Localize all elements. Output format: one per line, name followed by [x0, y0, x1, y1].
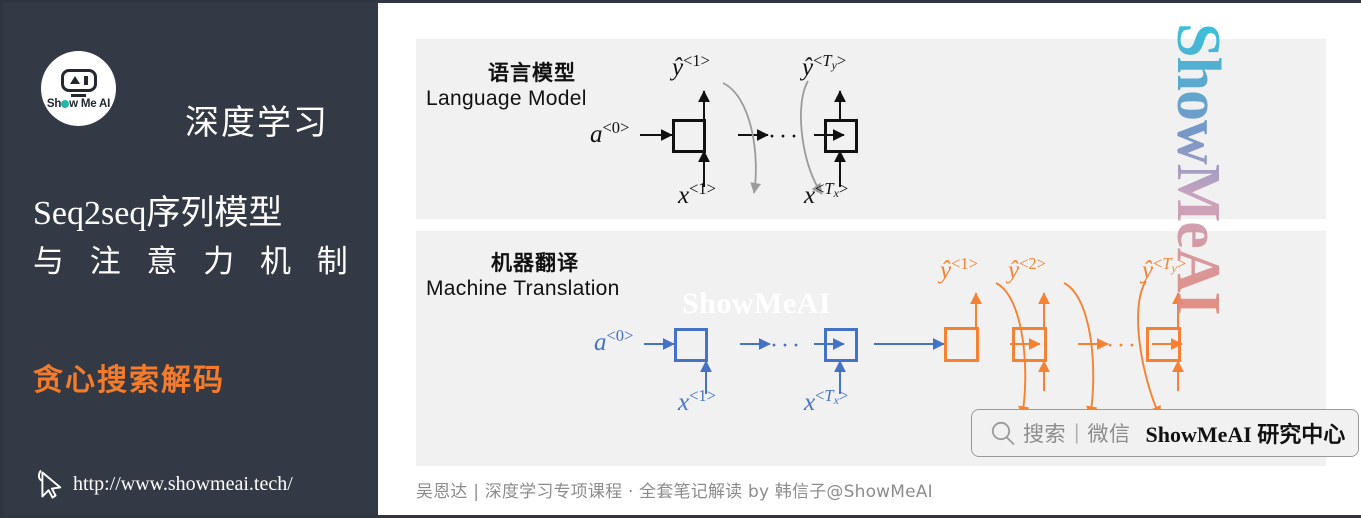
- search-channel-text: 微信: [1087, 422, 1131, 446]
- mt-decoder-output-label-2: ŷ<2>: [1008, 254, 1046, 284]
- website-url-row[interactable]: http://www.showmeai.tech/: [37, 469, 293, 499]
- slide-caption: 吴恩达 | 深度学习专项课程 · 全套笔记解读 by 韩信子@ShowMeAI: [416, 482, 933, 502]
- slide-root: Sh w Me AI 深度学习 Seq2seq序列模型 与 注 意 力 机 制 贪…: [0, 0, 1361, 518]
- lm-rnn-cell-1: [672, 119, 706, 153]
- page-title-line-2: Seq2seq序列模型: [33, 195, 283, 232]
- lm-initial-state-label: a<0>: [590, 118, 630, 148]
- website-url-text: http://www.showmeai.tech/: [73, 472, 293, 495]
- mt-encoder-cell-2: [824, 328, 858, 362]
- mt-encoder-ellipsis: ···: [770, 333, 803, 359]
- search-brand-text: ShowMeAI 研究中心: [1145, 422, 1346, 447]
- search-placeholder-text: 搜索: [1023, 422, 1066, 446]
- wechat-search-bar[interactable]: 搜索 | 微信 ShowMeAI 研究中心: [971, 409, 1359, 457]
- mt-decoder-cell-1: [944, 327, 979, 362]
- logo-dot-icon: [61, 100, 70, 109]
- showmeai-robot-logo: Sh w Me AI: [41, 51, 116, 126]
- robot-eye-a-icon: [69, 76, 80, 85]
- search-divider: |: [1074, 421, 1080, 444]
- robot-face-icon: [60, 68, 97, 92]
- mt-encoder-input-label-1: x<1>: [678, 386, 716, 416]
- page-title-line-1: 深度学习: [185, 105, 329, 142]
- mt-encoder-input-label-2: x<Tx>: [804, 386, 849, 416]
- sidebar: Sh w Me AI 深度学习 Seq2seq序列模型 与 注 意 力 机 制 贪…: [3, 3, 378, 515]
- mt-decoder-output-label-1: ŷ<1>: [940, 254, 978, 284]
- lm-rnn-cell-2: [824, 119, 858, 153]
- mouse-cursor-icon: [37, 469, 63, 499]
- lm-ellipsis: ···: [768, 124, 801, 150]
- lm-output-label-2: ŷ<Ty>: [802, 51, 847, 81]
- mt-decoder-cell-3: [1146, 327, 1181, 362]
- robot-eye-i-icon: [83, 75, 88, 85]
- logo-wordmark: Sh w Me AI: [46, 98, 111, 111]
- lm-output-label-1: ŷ<1>: [672, 51, 710, 81]
- page-subtitle: 贪心搜索解码: [33, 363, 225, 398]
- lm-input-label-1: x<1>: [678, 179, 716, 209]
- mt-encoder-cell-1: [674, 328, 708, 362]
- robot-neck-icon: [71, 94, 86, 98]
- mt-decoder-cell-2: [1012, 327, 1047, 362]
- search-icon[interactable]: [990, 420, 1016, 446]
- mt-initial-state-label: a<0>: [594, 326, 634, 356]
- mt-decoder-ellipsis: ···: [1106, 333, 1139, 359]
- page-title-line-3: 与 注 意 力 机 制: [33, 244, 357, 279]
- lm-input-label-2: x<Tx>: [804, 179, 849, 209]
- vertical-watermark: ShowMeAI: [1164, 23, 1233, 323]
